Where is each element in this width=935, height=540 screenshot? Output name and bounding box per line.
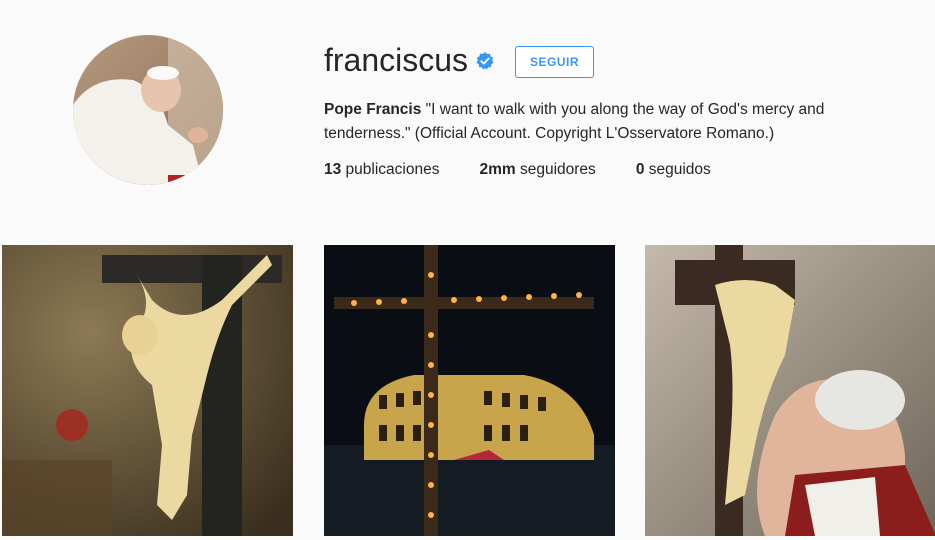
post-thumbnail[interactable] xyxy=(2,245,293,536)
follow-button[interactable]: SEGUIR xyxy=(515,46,594,78)
stat-posts-count: 13 xyxy=(324,161,342,178)
profile-stats: 13 publicaciones 2mm seguidores 0 seguid… xyxy=(324,158,751,182)
crucifix-image xyxy=(2,245,293,536)
stat-followers-count: 2mm xyxy=(479,161,516,178)
stat-following[interactable]: 0 seguidos xyxy=(636,158,711,182)
profile-avatar xyxy=(73,35,223,185)
pope-crucifix-image xyxy=(645,245,935,536)
post-thumbnail[interactable] xyxy=(645,245,935,536)
stat-posts: 13 publicaciones xyxy=(324,158,439,182)
bio-name: Pope Francis xyxy=(324,101,422,118)
stat-posts-label: publicaciones xyxy=(341,161,440,178)
profile-username: franciscus xyxy=(324,42,469,78)
verified-badge-icon xyxy=(476,52,494,70)
post-thumbnail[interactable] xyxy=(324,245,615,536)
avatar-image xyxy=(73,35,223,185)
profile-bio: Pope Francis "I want to walk with you al… xyxy=(324,98,884,146)
stat-followers-label: seguidores xyxy=(515,161,596,178)
colosseum-image xyxy=(324,245,615,536)
stat-followers[interactable]: 2mm seguidores xyxy=(479,158,595,182)
stat-following-label: seguidos xyxy=(644,161,711,178)
